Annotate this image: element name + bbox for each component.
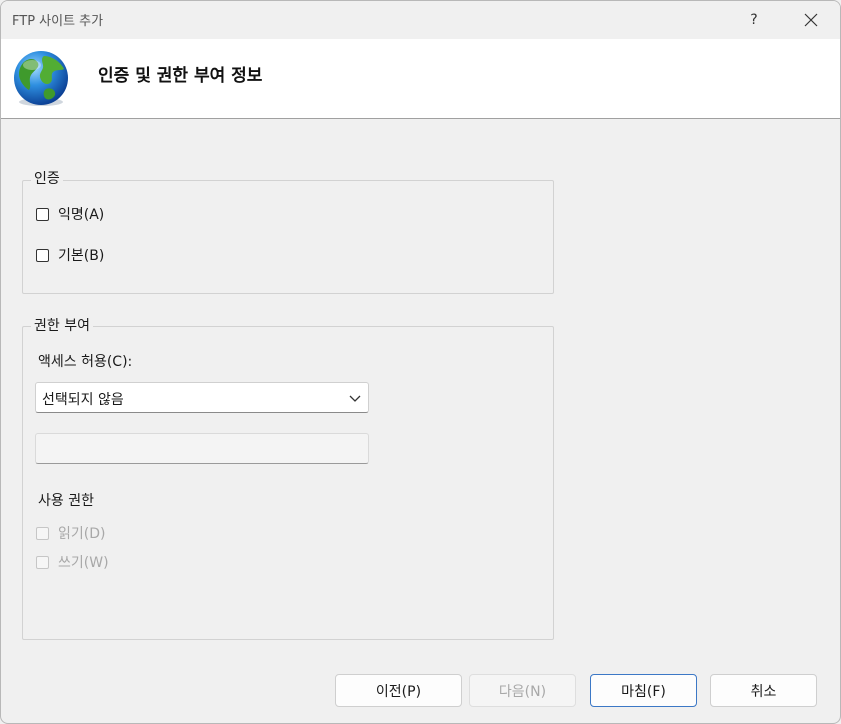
title-bar[interactable]: FTP 사이트 추가 ?	[1, 1, 840, 39]
globe-icon	[14, 51, 68, 106]
help-button[interactable]: ?	[734, 1, 774, 39]
write-checkbox-row[interactable]: 쓰기(W)	[36, 552, 109, 572]
read-checkbox-row[interactable]: 읽기(D)	[36, 523, 105, 543]
anonymous-label: 익명(A)	[58, 207, 105, 223]
finish-button[interactable]: 마침(F)	[590, 674, 697, 707]
page-title: 인증 및 권한 부여 정보	[98, 66, 263, 86]
access-text-field[interactable]	[35, 433, 369, 464]
window-title: FTP 사이트 추가	[12, 14, 104, 29]
close-icon	[804, 13, 818, 27]
authorization-legend: 권한 부여	[31, 315, 93, 335]
close-button[interactable]	[789, 1, 833, 39]
permissions-label: 사용 권한	[38, 493, 94, 509]
read-label: 읽기(D)	[58, 526, 106, 542]
read-checkbox[interactable]	[36, 526, 49, 540]
basic-checkbox[interactable]	[36, 248, 49, 262]
authentication-legend: 인증	[31, 168, 63, 188]
access-label: 액세스 허용(C):	[38, 354, 133, 370]
authentication-group	[22, 180, 554, 294]
basic-label: 기본(B)	[58, 248, 105, 264]
anonymous-checkbox[interactable]	[36, 207, 49, 221]
previous-button[interactable]: 이전(P)	[335, 674, 462, 707]
access-dropdown-value: 선택되지 않음	[42, 392, 124, 408]
basic-checkbox-row[interactable]: 기본(B)	[36, 245, 104, 265]
write-checkbox[interactable]	[36, 555, 49, 569]
authorization-group	[22, 326, 554, 640]
wizard-header: 인증 및 권한 부여 정보	[1, 39, 840, 119]
write-label: 쓰기(W)	[58, 555, 109, 571]
anonymous-checkbox-row[interactable]: 익명(A)	[36, 204, 104, 224]
dialog-window: FTP 사이트 추가 ? 인증 및 권한 부여 정보 인증 익명(A) 기본(B…	[0, 0, 841, 724]
access-dropdown[interactable]: 선택되지 않음	[35, 382, 369, 413]
chevron-down-icon	[349, 395, 361, 402]
next-button[interactable]: 다음(N)	[469, 674, 576, 707]
cancel-button[interactable]: 취소	[710, 674, 817, 707]
